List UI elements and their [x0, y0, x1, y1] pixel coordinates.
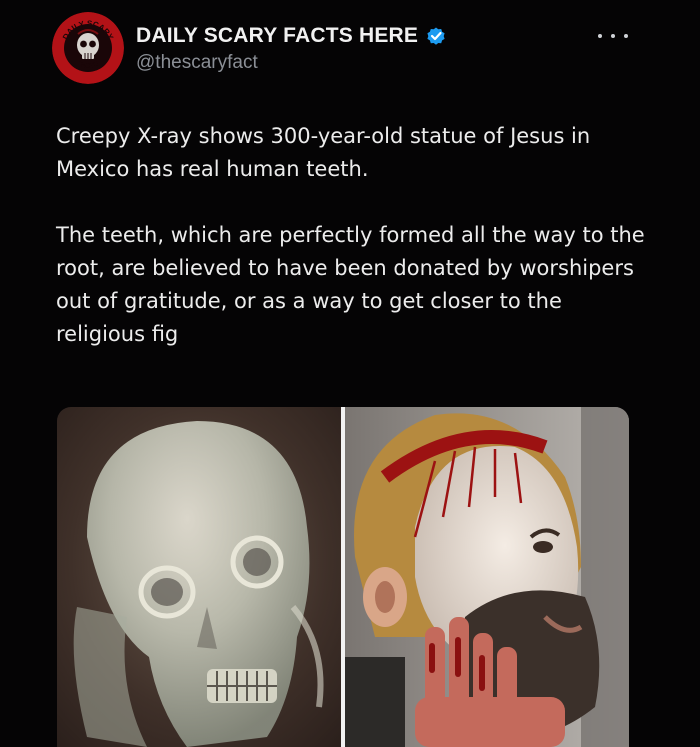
display-name[interactable]: DAILY SCARY FACTS HERE — [136, 24, 418, 48]
tweet-paragraph-2: The teeth, which are perfectly formed al… — [56, 223, 645, 346]
more-options-icon[interactable] — [598, 26, 628, 46]
tweet-text: Creepy X-ray shows 300-year-old statue o… — [56, 120, 656, 351]
media-grid[interactable] — [57, 407, 629, 747]
xray-skull-image[interactable] — [57, 407, 341, 747]
handle[interactable]: @thescaryfact — [136, 52, 447, 74]
tweet-paragraph-1: Creepy X-ray shows 300-year-old statue o… — [56, 124, 591, 181]
verified-badge-icon — [425, 25, 447, 47]
statue-head-image[interactable] — [345, 407, 629, 747]
author-block: DAILY SCARY FACTS HERE @thescaryfact — [136, 24, 447, 74]
avatar[interactable]: DAILY SCARY FACTS — [52, 12, 124, 84]
skull-logo-icon: DAILY SCARY FACTS — [52, 12, 124, 84]
post: DAILY SCARY FACTS DAILY SCARY FACTS HERE — [0, 0, 700, 747]
